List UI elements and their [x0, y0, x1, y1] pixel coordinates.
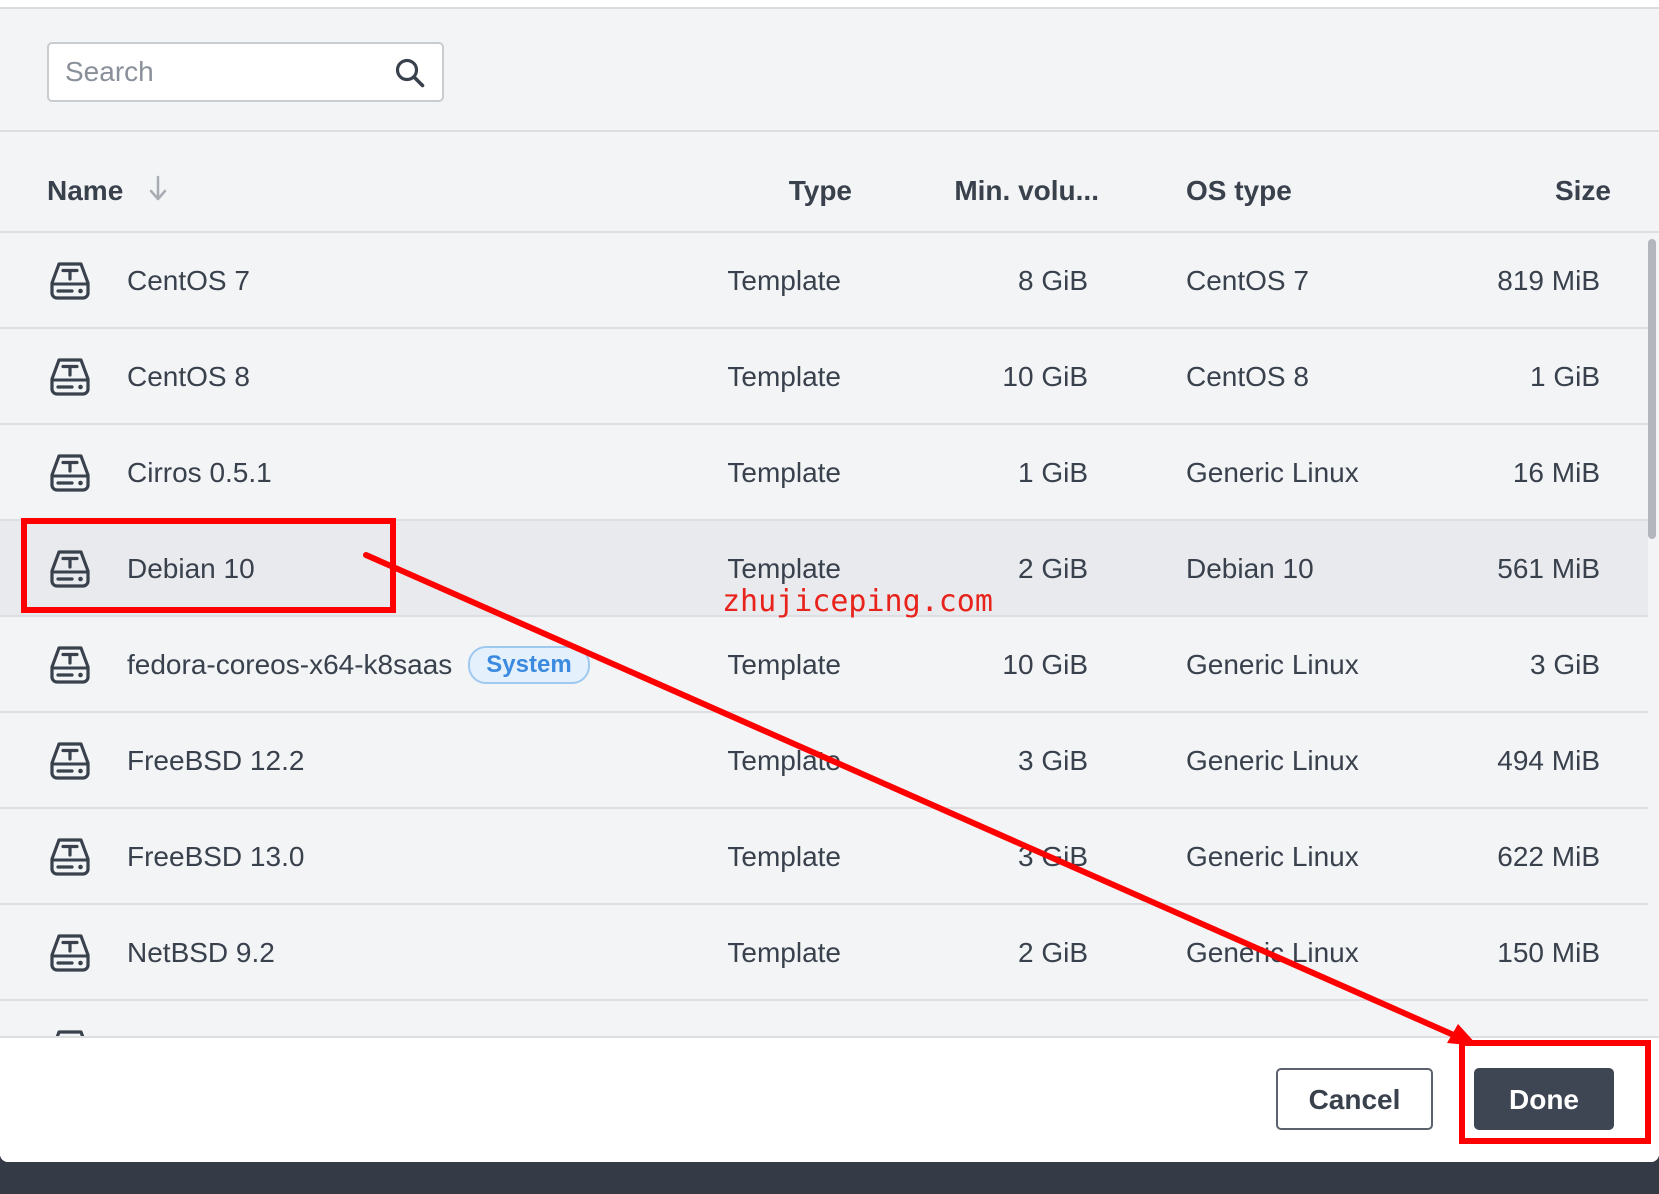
row-name: Cirros 0.5.1	[127, 457, 272, 488]
template-drive-icon	[50, 838, 90, 876]
template-list: CentOS 7 Template 8 GiB CentOS 7 819 MiB…	[0, 233, 1648, 1036]
row-name: fedora-coreos-x64-k8saas System	[127, 645, 590, 685]
row-os-type: Generic Linux	[1186, 457, 1359, 488]
row-min-volume: 2 GiB	[1017, 553, 1088, 584]
table-row[interactable]: FreeBSD 13.0 Template 3 GiB Generic Linu…	[0, 809, 1648, 905]
table-row[interactable]: CentOS 7 Template 8 GiB CentOS 7 819 MiB	[0, 233, 1648, 329]
search-icon[interactable]	[394, 57, 426, 89]
row-type: Template	[727, 745, 841, 776]
dialog-content: Name Type Min. volu... OS type Size Cent…	[0, 9, 1659, 1036]
row-name: Debian 10	[127, 553, 255, 584]
row-name: FreeBSD 13.0	[127, 841, 305, 872]
row-size: 16 MiB	[1512, 457, 1600, 488]
row-type: Template	[727, 841, 841, 872]
column-header-min-volume[interactable]: Min. volu...	[954, 171, 1099, 211]
table-row[interactable]: CentOS 8 Template 10 GiB CentOS 8 1 GiB	[0, 329, 1648, 425]
row-os-type: Generic Linux	[1186, 937, 1359, 968]
scrollbar-thumb[interactable]	[1648, 239, 1656, 539]
row-min-volume: 3 GiB	[1017, 841, 1088, 872]
done-button[interactable]: Done	[1474, 1068, 1614, 1130]
column-header-size[interactable]: Size	[1555, 171, 1611, 211]
row-name: CentOS 8	[127, 361, 250, 392]
template-drive-icon	[50, 358, 90, 396]
cancel-button[interactable]: Cancel	[1276, 1068, 1433, 1130]
row-type: Template	[727, 649, 841, 680]
template-drive-icon	[50, 550, 90, 588]
template-drive-icon	[50, 646, 90, 684]
search-input[interactable]	[65, 44, 385, 100]
column-header-os-type[interactable]: OS type	[1186, 171, 1292, 211]
row-os-type: Generic Linux	[1186, 841, 1359, 872]
arrow-down-icon[interactable]	[146, 174, 170, 204]
template-drive-icon	[50, 1030, 90, 1036]
row-size: 622 MiB	[1497, 841, 1600, 872]
row-name: CentOS 7	[127, 265, 250, 296]
row-os-type: Debian 10	[1186, 553, 1314, 584]
dialog-footer: Cancel Done	[0, 1036, 1659, 1162]
column-header-type[interactable]: Type	[789, 171, 852, 211]
row-os-type: Generic Linux	[1186, 745, 1359, 776]
row-size: 1 GiB	[1529, 361, 1600, 392]
table-row[interactable]: fedora-coreos-x64-k8saas System Template …	[0, 617, 1648, 713]
column-header-name[interactable]: Name	[47, 171, 123, 211]
row-size: 819 MiB	[1497, 265, 1600, 296]
backdrop-strip	[0, 1162, 1659, 1194]
row-min-volume: 8 GiB	[1017, 265, 1088, 296]
table-row[interactable]: NetBSD 9.2 Template 2 GiB Generic Linux …	[0, 905, 1648, 1001]
row-type: Template	[727, 361, 841, 392]
row-name: NetBSD 9.2	[127, 937, 275, 968]
image-picker-dialog: Name Type Min. volu... OS type Size Cent…	[0, 0, 1659, 1162]
row-min-volume: 10 GiB	[1002, 361, 1088, 392]
table-row-partial[interactable]	[0, 1001, 1648, 1036]
table-row[interactable]: Cirros 0.5.1 Template 1 GiB Generic Linu…	[0, 425, 1648, 521]
row-os-type: Generic Linux	[1186, 649, 1359, 680]
table-row[interactable]: FreeBSD 12.2 Template 3 GiB Generic Linu…	[0, 713, 1648, 809]
row-min-volume: 10 GiB	[1002, 649, 1088, 680]
row-type: Template	[727, 553, 841, 584]
row-size: 494 MiB	[1497, 745, 1600, 776]
row-size: 3 GiB	[1529, 649, 1600, 680]
system-badge: System	[468, 646, 590, 684]
template-drive-icon	[50, 262, 90, 300]
row-type: Template	[727, 457, 841, 488]
row-min-volume: 2 GiB	[1017, 937, 1088, 968]
row-type: Template	[727, 937, 841, 968]
row-min-volume: 1 GiB	[1017, 457, 1088, 488]
search-box	[47, 42, 444, 102]
template-drive-icon	[50, 742, 90, 780]
search-divider	[0, 130, 1659, 132]
template-drive-icon	[50, 934, 90, 972]
table-row-selected[interactable]: Debian 10 Template 2 GiB Debian 10 561 M…	[0, 521, 1648, 617]
row-min-volume: 3 GiB	[1017, 745, 1088, 776]
template-drive-icon	[50, 454, 90, 492]
row-type: Template	[727, 265, 841, 296]
row-size: 150 MiB	[1497, 937, 1600, 968]
row-name-text: fedora-coreos-x64-k8saas	[127, 649, 453, 680]
row-size: 561 MiB	[1497, 553, 1600, 584]
row-name: FreeBSD 12.2	[127, 745, 305, 776]
row-os-type: CentOS 8	[1186, 361, 1309, 392]
row-os-type: CentOS 7	[1186, 265, 1309, 296]
